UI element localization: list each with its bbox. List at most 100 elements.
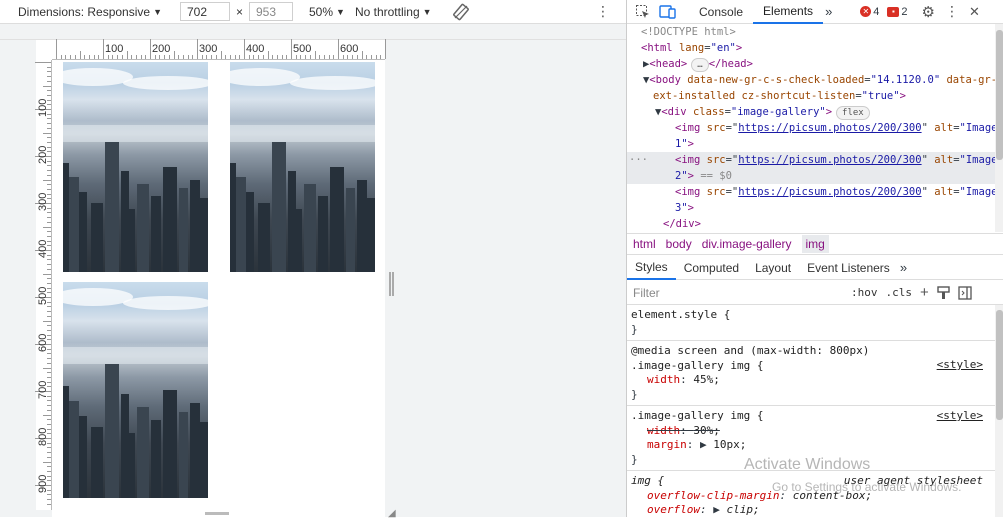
ruler-tick xyxy=(47,141,51,143)
dom-line-img1[interactable]: <img src="https://picsum.photos/200/300"… xyxy=(627,120,995,136)
alt-val: "Image xyxy=(959,122,995,134)
prop-name[interactable]: width xyxy=(647,424,680,437)
gear-icon[interactable]: ⚙ xyxy=(922,3,935,21)
rule-media-width-45[interactable]: @media screen and (max-width: 800px) .im… xyxy=(627,341,995,406)
src-link[interactable]: https://picsum.photos/200/300 xyxy=(738,122,921,134)
head-ellipsis[interactable]: … xyxy=(691,58,709,72)
rule-source-link[interactable]: <style> xyxy=(937,409,983,424)
prop-value[interactable]: 45%; xyxy=(693,373,720,386)
tab-styles[interactable]: Styles xyxy=(627,256,676,280)
dom-line-head[interactable]: ▶<head>… </head> xyxy=(627,56,995,72)
expand-arrow-icon[interactable]: ▶ xyxy=(713,503,720,516)
rule-element-style[interactable]: element.style { } xyxy=(627,305,995,341)
more-subtabs-icon[interactable]: » xyxy=(900,260,907,275)
errors-badge[interactable]: ✕ 4 xyxy=(856,6,883,18)
prop-name[interactable]: width xyxy=(647,373,680,386)
src-link[interactable]: https://picsum.photos/200/300 xyxy=(738,186,921,198)
dom-scrollbar-thumb[interactable] xyxy=(996,30,1003,160)
body-attr3: cz-shortcut-listen xyxy=(741,90,856,102)
ruler-tick xyxy=(342,55,344,59)
add-rule-icon[interactable]: + xyxy=(920,284,929,301)
alt-val: "Image xyxy=(959,186,995,198)
breadcrumb-div[interactable]: div.image-gallery xyxy=(702,237,792,251)
expand-arrow-icon[interactable]: ▶ xyxy=(700,438,707,451)
prop-value[interactable]: clip; xyxy=(726,503,759,516)
dom-line-img2-cont[interactable]: 2"> == $0 xyxy=(627,168,995,184)
tab-event-listeners[interactable]: Event Listeners xyxy=(799,256,898,280)
breadcrumb-body[interactable]: body xyxy=(666,237,692,251)
breadcrumb-html[interactable]: html xyxy=(633,237,656,251)
prop-value[interactable]: 30%; xyxy=(693,424,720,437)
more-vert-icon[interactable]: ⋮ xyxy=(945,3,959,20)
more-vert-icon[interactable]: ⋮ xyxy=(596,3,610,20)
rotate-icon[interactable] xyxy=(452,3,470,21)
tab-console[interactable]: Console xyxy=(689,0,753,24)
resize-handle-bottom[interactable] xyxy=(205,512,229,515)
hov-button[interactable]: :hov xyxy=(851,286,878,299)
rule-source-link[interactable]: <style> xyxy=(937,358,983,373)
prop-value[interactable]: 10px; xyxy=(713,438,746,451)
dom-line-img2[interactable]: ··· <img src="https://picsum.photos/200/3… xyxy=(627,152,995,168)
resize-handle-right[interactable] xyxy=(389,272,394,296)
dom-line-div[interactable]: ▼<div class="image-gallery"> flex xyxy=(627,104,995,120)
chevron-down-icon: ▼ xyxy=(422,6,432,17)
tab-computed[interactable]: Computed xyxy=(676,256,747,280)
device-toggle-icon[interactable] xyxy=(659,4,677,20)
fog-band xyxy=(63,347,208,364)
horizontal-ruler: 100 200 300 400 500 600 xyxy=(52,39,386,60)
dom-line-img3-cont[interactable]: 3"> xyxy=(627,200,995,216)
dimensions-dropdown[interactable]: Dimensions: Responsive ▼ xyxy=(18,5,162,19)
prop-name[interactable]: overflow xyxy=(647,503,700,516)
breadcrumb: html body div.image-gallery img xyxy=(627,233,1003,255)
styles-filter-input[interactable]: Filter xyxy=(631,282,843,303)
warnings-badge[interactable]: ▪ 2 xyxy=(883,6,911,18)
paint-brush-icon[interactable] xyxy=(937,285,950,300)
tab-elements[interactable]: Elements xyxy=(753,0,824,24)
ruler-tick xyxy=(47,118,51,120)
resize-handle-corner[interactable]: ◢ xyxy=(388,508,396,519)
styles-scrollbar-thumb[interactable] xyxy=(996,310,1003,420)
src-link[interactable]: https://picsum.photos/200/300 xyxy=(738,154,921,166)
zoom-dropdown[interactable]: 50% ▼ xyxy=(309,5,345,19)
more-tabs-icon[interactable]: » xyxy=(825,4,832,19)
ruler-tick xyxy=(239,55,241,59)
vertical-ruler: 100 200 300 400 500 600 700 800 900 xyxy=(35,60,52,510)
dom-line-doctype[interactable]: <!DOCTYPE html> xyxy=(627,24,995,40)
device-viewport xyxy=(52,60,385,517)
building-shape xyxy=(367,198,375,272)
dom-line-img3[interactable]: <img src="https://picsum.photos/200/300"… xyxy=(627,184,995,200)
fog-band xyxy=(63,125,208,142)
prop-name[interactable]: overflow-clip-margin xyxy=(647,489,779,502)
node-actions-icon[interactable]: ··· xyxy=(627,152,675,168)
inspect-element-icon[interactable] xyxy=(635,4,651,20)
toggle-sidebar-icon[interactable] xyxy=(958,285,972,300)
building-shape xyxy=(137,184,149,272)
throttle-dropdown[interactable]: No throttling ▼ xyxy=(355,5,432,19)
cls-button[interactable]: .cls xyxy=(886,286,913,299)
ruler-tick xyxy=(291,39,292,59)
sidebar-tabbar: Styles Computed Layout Event Listeners » xyxy=(627,256,1003,280)
dom-line-body-cont[interactable]: ext-installed cz-shortcut-listen="true"> xyxy=(627,88,995,104)
tab-layout[interactable]: Layout xyxy=(747,256,799,280)
width-input[interactable]: 702 xyxy=(179,2,230,21)
height-input[interactable]: 953 xyxy=(249,2,293,21)
ruler-tick xyxy=(272,55,274,59)
ruler-tick xyxy=(70,55,72,59)
gallery-image-3 xyxy=(63,282,208,498)
dom-line-img1-cont[interactable]: 1"> xyxy=(627,136,995,152)
dom-line-html[interactable]: <html lang="en"> xyxy=(627,40,995,56)
breadcrumb-img[interactable]: img xyxy=(801,235,829,253)
close-icon[interactable]: ✕ xyxy=(969,4,980,20)
dom-line-body[interactable]: ▼<body data-new-gr-c-s-check-loaded="14.… xyxy=(627,72,995,88)
flex-badge[interactable]: flex xyxy=(836,106,870,120)
building-shape xyxy=(318,196,328,272)
ruler-tick xyxy=(43,273,51,275)
styles-filter-bar: Filter :hov .cls + xyxy=(627,281,1003,305)
error-icon: ✕ xyxy=(860,6,872,17)
prop-name[interactable]: margin xyxy=(647,438,687,451)
ruler-tick xyxy=(323,55,325,59)
rule-close: } xyxy=(631,387,638,401)
ruler-tick xyxy=(47,184,51,186)
rule-user-agent[interactable]: img { user agent stylesheet overflow-cli… xyxy=(627,471,995,517)
dom-line-div-close[interactable]: </div> xyxy=(627,216,995,232)
